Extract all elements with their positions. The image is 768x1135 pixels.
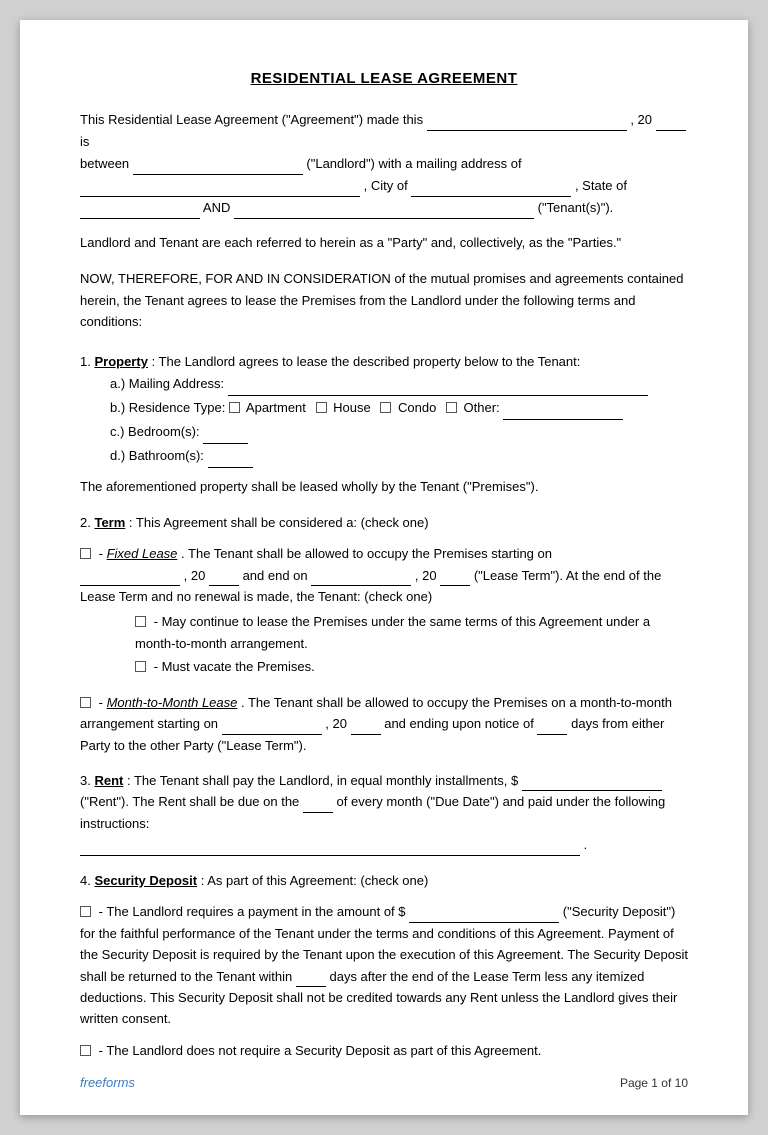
document-title: RESIDENTIAL LEASE AGREEMENT: [80, 70, 688, 87]
s1-sub-a: a.) Mailing Address:: [110, 372, 688, 396]
fixed-end-year-field[interactable]: [440, 572, 470, 586]
condo-checkbox[interactable]: [380, 402, 391, 413]
city-field[interactable]: [411, 183, 571, 197]
document-page: RESIDENTIAL LEASE AGREEMENT This Residen…: [20, 20, 748, 1115]
fixed-check2-row: - Must vacate the Premises.: [135, 656, 688, 677]
s3-number: 3.: [80, 773, 91, 788]
s1-text: : The Landlord agrees to lease the descr…: [152, 354, 581, 369]
month-start-date-field[interactable]: [222, 721, 322, 735]
other-type-field[interactable]: [503, 406, 623, 420]
fixed-start-date-field[interactable]: [80, 572, 180, 586]
property-address-field[interactable]: [228, 382, 648, 396]
intro-line1-pre: This Residential Lease Agreement ("Agree…: [80, 112, 423, 127]
security-check1-block: - The Landlord requires a payment in the…: [80, 901, 688, 1030]
month-notice-days-field[interactable]: [537, 721, 567, 735]
footer: freeforms Page 1 of 10: [80, 1075, 688, 1090]
s2-number: 2.: [80, 515, 91, 530]
fixed-lease-checkbox[interactable]: [80, 548, 91, 559]
s2-text: : This Agreement shall be considered a: …: [129, 515, 429, 530]
due-date-field[interactable]: [303, 799, 333, 813]
page-number: Page 1 of 10: [620, 1076, 688, 1090]
intro-line2-pre: between: [80, 156, 129, 171]
security-required-checkbox[interactable]: [80, 906, 91, 917]
other-checkbox[interactable]: [446, 402, 457, 413]
s4-number: 4.: [80, 873, 91, 888]
s3-text1: : The Tenant shall pay the Landlord, in …: [127, 773, 518, 788]
payment-instructions-field[interactable]: [80, 842, 580, 856]
intro-block: This Residential Lease Agreement ("Agree…: [80, 109, 688, 219]
month-lease-checkbox[interactable]: [80, 697, 91, 708]
s4-title: Security Deposit: [94, 873, 197, 888]
bedrooms-field[interactable]: [203, 430, 248, 444]
security-amount-field[interactable]: [409, 909, 559, 923]
security-return-days-field[interactable]: [296, 973, 326, 987]
s1-sub-b: b.) Residence Type: Apartment House Cond…: [110, 396, 688, 420]
fixed-start-year-field[interactable]: [209, 572, 239, 586]
state-field[interactable]: [80, 205, 200, 219]
month-start-year-field[interactable]: [351, 721, 381, 735]
fixed-lease-block: - Fixed Lease . The Tenant shall be allo…: [80, 543, 688, 678]
bathrooms-field[interactable]: [208, 454, 253, 468]
s1-title: Property: [94, 354, 147, 369]
referred-block: Landlord and Tenant are each referred to…: [80, 233, 688, 254]
s3-title: Rent: [94, 773, 123, 788]
apartment-checkbox[interactable]: [229, 402, 240, 413]
s1-sub-c: c.) Bedroom(s):: [110, 420, 688, 444]
landlord-name-field[interactable]: [133, 161, 303, 175]
s2-title: Term: [94, 515, 125, 530]
vacate-checkbox[interactable]: [135, 661, 146, 672]
date-field[interactable]: [427, 117, 627, 131]
s1-sub-d: d.) Bathroom(s):: [110, 444, 688, 468]
section-1-property: 1. Property : The Landlord agrees to lea…: [80, 351, 688, 498]
continue-lease-checkbox[interactable]: [135, 616, 146, 627]
s1-number: 1.: [80, 354, 91, 369]
year-field[interactable]: [656, 117, 686, 131]
s1-sub-items: a.) Mailing Address: b.) Residence Type:…: [110, 372, 688, 468]
month-lease-block: - Month-to-Month Lease . The Tenant shal…: [80, 692, 688, 756]
section-3-rent: 3. Rent : The Tenant shall pay the Landl…: [80, 770, 688, 856]
rent-amount-field[interactable]: [522, 777, 662, 791]
s1-after: The aforementioned property shall be lea…: [80, 476, 688, 497]
section-4-security: 4. Security Deposit : As part of this Ag…: [80, 870, 688, 1062]
security-not-required-checkbox[interactable]: [80, 1045, 91, 1056]
house-checkbox[interactable]: [316, 402, 327, 413]
fixed-end-date-field[interactable]: [311, 572, 411, 586]
s4-text: : As part of this Agreement: (check one): [201, 873, 429, 888]
brand-label: freeforms: [80, 1075, 135, 1090]
fixed-check1-row: - May continue to lease the Premises und…: [135, 611, 688, 654]
now-therefore-block: NOW, THEREFORE, FOR AND IN CONSIDERATION…: [80, 268, 688, 332]
tenant-name-field[interactable]: [234, 205, 534, 219]
mailing-address-field[interactable]: [80, 183, 360, 197]
section-2-term: 2. Term : This Agreement shall be consid…: [80, 512, 688, 756]
security-check2-block: - The Landlord does not require a Securi…: [80, 1040, 688, 1061]
